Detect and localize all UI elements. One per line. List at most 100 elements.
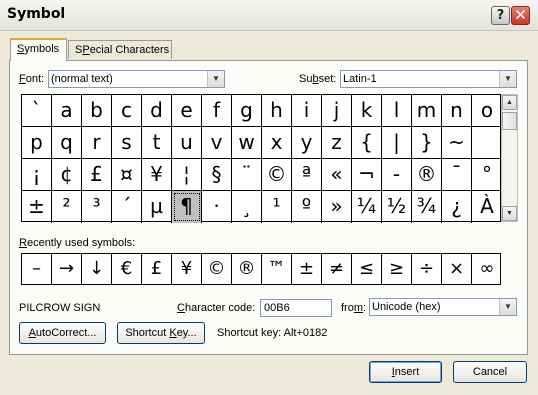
symbol-cell[interactable]: f xyxy=(202,95,232,127)
symbol-cell[interactable]: g xyxy=(232,95,262,127)
symbol-cell[interactable]: ¨ xyxy=(232,159,262,191)
symbol-cell[interactable]: t xyxy=(142,127,172,159)
recent-symbol-cell[interactable]: – xyxy=(22,254,52,284)
symbol-cell[interactable]: ¶ xyxy=(172,191,202,223)
symbol-cell[interactable]: · xyxy=(202,191,232,223)
shortcut-key-button[interactable]: Shortcut Key... xyxy=(117,322,205,344)
symbol-cell[interactable]: ± xyxy=(22,191,52,223)
autocorrect-button[interactable]: AutoCorrect... xyxy=(19,322,106,344)
symbol-cell[interactable]: ¼ xyxy=(352,191,382,223)
symbol-cell[interactable]: m xyxy=(412,95,442,127)
symbol-cell[interactable]: p xyxy=(22,127,52,159)
tab-symbols[interactable]: Symbols xyxy=(10,38,67,61)
symbol-cell[interactable]: e xyxy=(172,95,202,127)
subset-dropdown[interactable]: Latin-1 ▼ xyxy=(340,70,517,88)
cancel-button[interactable]: Cancel xyxy=(453,361,527,383)
recent-symbol-cell[interactable]: ↓ xyxy=(82,254,112,284)
character-code-input[interactable]: 00B6 xyxy=(260,299,332,317)
symbol-cell[interactable]: n xyxy=(442,95,472,127)
symbol-cell[interactable]: ¤ xyxy=(112,159,142,191)
symbol-cell[interactable]: ° xyxy=(472,159,502,191)
recent-symbol-cell[interactable]: ≠ xyxy=(322,254,352,284)
recent-symbols-strip[interactable]: – → ↓ € £ ¥ © ® ™ ± ≠ ≤ ≥ ÷ × ∞ xyxy=(21,253,501,285)
symbol-cell[interactable]: º xyxy=(292,191,322,223)
symbol-cell[interactable]: } xyxy=(412,127,442,159)
symbol-cell[interactable]: « xyxy=(322,159,352,191)
symbol-cell[interactable]: b xyxy=(82,95,112,127)
chevron-down-icon[interactable]: ▼ xyxy=(499,299,516,315)
symbol-cell[interactable]: µ xyxy=(142,191,172,223)
recent-symbol-cell[interactable]: ≥ xyxy=(382,254,412,284)
symbol-cell[interactable]: | xyxy=(382,127,412,159)
symbol-cell[interactable]: q xyxy=(52,127,82,159)
symbol-cell[interactable]: ´ xyxy=(112,191,142,223)
symbol-cell[interactable]: ¿ xyxy=(442,191,472,223)
symbol-cell[interactable]: l xyxy=(382,95,412,127)
help-icon[interactable]: ? xyxy=(491,6,510,25)
symbol-cell[interactable]: j xyxy=(322,95,352,127)
symbol-cell[interactable]: © xyxy=(262,159,292,191)
symbol-cell[interactable]: £ xyxy=(82,159,112,191)
symbol-cell[interactable]: s xyxy=(112,127,142,159)
symbol-cell[interactable]: ¬ xyxy=(352,159,382,191)
insert-button[interactable]: Insert xyxy=(369,361,442,383)
recent-symbol-cell[interactable]: ≤ xyxy=(352,254,382,284)
symbol-cell[interactable]: u xyxy=(172,127,202,159)
symbol-cell[interactable]: w xyxy=(232,127,262,159)
symbol-cell[interactable]: ¹ xyxy=(262,191,292,223)
recent-symbol-cell[interactable]: ™ xyxy=(262,254,292,284)
symbol-cell[interactable]: ® xyxy=(412,159,442,191)
recent-symbol-cell[interactable]: ¥ xyxy=(172,254,202,284)
symbol-cell[interactable]: - xyxy=(382,159,412,191)
symbol-cell[interactable]: ¦ xyxy=(172,159,202,191)
recent-symbol-cell[interactable]: © xyxy=(202,254,232,284)
recent-symbol-cell[interactable]: → xyxy=(52,254,82,284)
symbol-cell[interactable]: z xyxy=(322,127,352,159)
recent-symbol-cell[interactable]: ± xyxy=(292,254,322,284)
tab-special-characters[interactable]: SPecial Characters xyxy=(68,40,172,59)
symbol-cell[interactable]: ¡ xyxy=(22,159,52,191)
symbol-cell[interactable]: i xyxy=(292,95,322,127)
symbol-cell[interactable]: ½ xyxy=(382,191,412,223)
symbol-cell[interactable]: ³ xyxy=(82,191,112,223)
arrow-up-icon[interactable]: ▲ xyxy=(502,95,517,110)
symbol-cell[interactable]: c xyxy=(112,95,142,127)
symbol-cell[interactable]: ~ xyxy=(442,127,472,159)
chevron-down-icon[interactable]: ▼ xyxy=(499,71,516,87)
symbol-cell[interactable]: § xyxy=(202,159,232,191)
recent-symbol-cell[interactable]: × xyxy=(442,254,472,284)
symbol-cell[interactable]: k xyxy=(352,95,382,127)
symbol-cell[interactable]: ¾ xyxy=(412,191,442,223)
symbol-cell[interactable]: x xyxy=(262,127,292,159)
symbol-cell[interactable]: y xyxy=(292,127,322,159)
chevron-down-icon[interactable]: ▼ xyxy=(207,71,224,87)
symbol-cell[interactable]: { xyxy=(352,127,382,159)
title-bar[interactable]: Symbol ? ✕ xyxy=(0,0,538,31)
recent-symbol-cell[interactable]: € xyxy=(112,254,142,284)
symbol-cell[interactable]: v xyxy=(202,127,232,159)
symbol-cell[interactable]: » xyxy=(322,191,352,223)
symbol-cell[interactable]: d xyxy=(142,95,172,127)
symbol-cell[interactable]: ` xyxy=(22,95,52,127)
recent-symbol-cell[interactable]: ∞ xyxy=(472,254,502,284)
font-dropdown[interactable]: (normal text) ▼ xyxy=(48,70,225,88)
symbol-cell[interactable]: o xyxy=(472,95,502,127)
from-dropdown[interactable]: Unicode (hex) ▼ xyxy=(369,298,517,316)
recent-symbol-cell[interactable]: £ xyxy=(142,254,172,284)
symbol-cell[interactable]: ¥ xyxy=(142,159,172,191)
symbol-cell[interactable]: ¯ xyxy=(442,159,472,191)
recent-symbol-cell[interactable]: ® xyxy=(232,254,262,284)
symbol-cell[interactable]: h xyxy=(262,95,292,127)
recent-symbol-cell[interactable]: ÷ xyxy=(412,254,442,284)
arrow-down-icon[interactable]: ▼ xyxy=(502,206,517,221)
symbol-cell[interactable]: À xyxy=(472,191,502,223)
symbol-cell[interactable]: ² xyxy=(52,191,82,223)
symbol-cell[interactable] xyxy=(472,127,502,159)
symbol-cell[interactable]: r xyxy=(82,127,112,159)
symbol-grid-scrollbar[interactable]: ▲ ▼ xyxy=(501,94,518,222)
close-icon[interactable]: ✕ xyxy=(511,6,530,25)
symbol-cell[interactable]: ª xyxy=(292,159,322,191)
symbol-cell[interactable]: ¸ xyxy=(232,191,262,223)
scroll-thumb[interactable] xyxy=(502,112,517,130)
symbol-cell[interactable]: ¢ xyxy=(52,159,82,191)
